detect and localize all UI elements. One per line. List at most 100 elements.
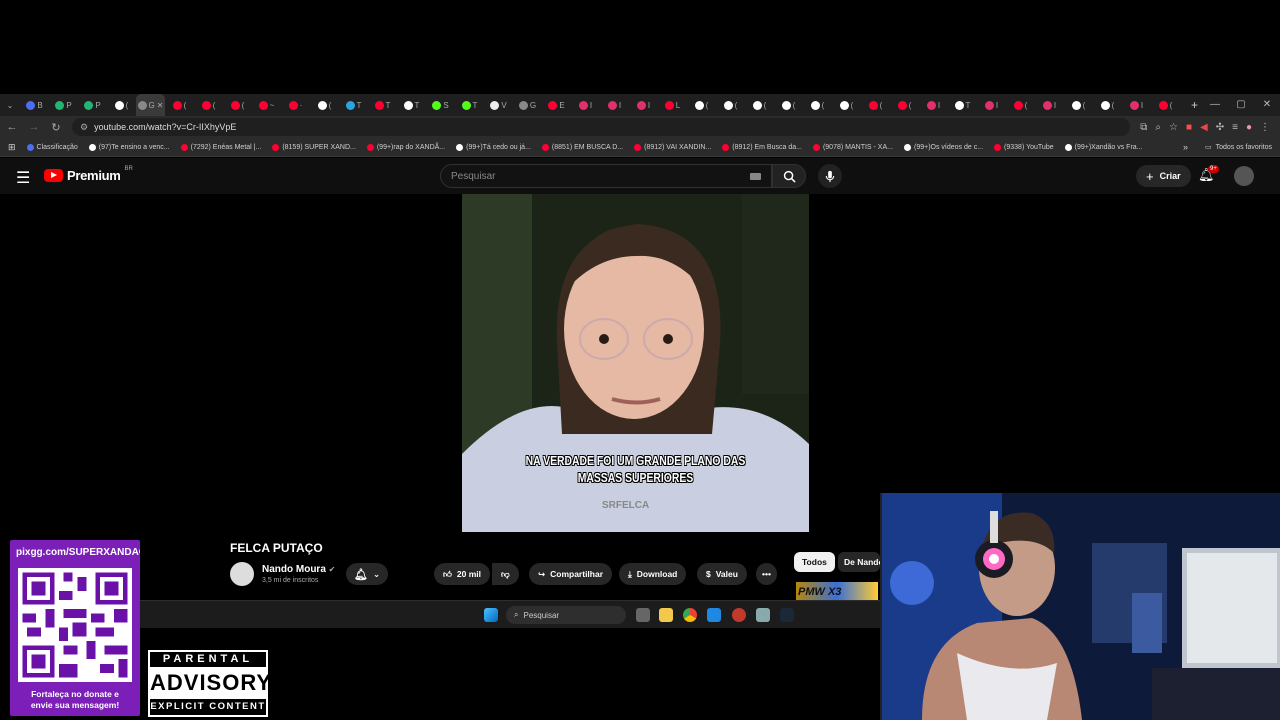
- search-button[interactable]: [772, 164, 806, 188]
- bookmark-item[interactable]: (9078) MANTIS - XA...: [812, 143, 893, 151]
- browser-tab[interactable]: T: [397, 94, 426, 116]
- browser-tab[interactable]: V: [484, 94, 513, 116]
- bookmark-item[interactable]: (99+)Xandão vs Fra...: [1064, 143, 1143, 151]
- profile-avatar-icon[interactable]: ●: [1246, 122, 1252, 133]
- download-button[interactable]: ⤓ Download: [619, 563, 687, 585]
- extension-volume-icon[interactable]: ◀: [1200, 122, 1208, 133]
- bookmark-item[interactable]: (7292) Enéas Metal |...: [180, 143, 261, 151]
- site-info-icon[interactable]: ⚙: [80, 122, 88, 133]
- voice-search-button[interactable]: [818, 164, 842, 188]
- extension-red-icon[interactable]: ■: [1186, 122, 1192, 133]
- bookmarks-overflow-button[interactable]: »: [1183, 142, 1188, 152]
- create-button[interactable]: + Criar: [1136, 165, 1191, 187]
- bookmark-item[interactable]: (8912) VAI XANDIN...: [634, 143, 711, 151]
- browser-tab[interactable]: (: [165, 94, 194, 116]
- more-actions-button[interactable]: •••: [756, 563, 777, 585]
- browser-tab[interactable]: (: [1151, 94, 1180, 116]
- browser-tab[interactable]: I: [1035, 94, 1064, 116]
- browser-tab[interactable]: I: [571, 94, 600, 116]
- chip-from-channel[interactable]: De Nando: [838, 552, 880, 572]
- video-player[interactable]: NA VERDADE FOI UM GRANDE PLANO DAS MASSA…: [462, 194, 809, 532]
- subscribed-bell-button[interactable]: 🔔︎ ⌄: [346, 563, 389, 585]
- minimize-button[interactable]: —: [1202, 94, 1228, 116]
- bookmark-item[interactable]: (8912) Em Busca da...: [722, 143, 802, 151]
- close-window-button[interactable]: ✕: [1254, 94, 1280, 116]
- browser-tab[interactable]: L: [658, 94, 687, 116]
- browser-tab[interactable]: (: [1093, 94, 1122, 116]
- all-favorites-folder[interactable]: ▭ Todos os favoritos: [1205, 138, 1272, 157]
- app-icon-blue[interactable]: [707, 608, 721, 622]
- browser-tab[interactable]: I: [977, 94, 1006, 116]
- maximize-button[interactable]: ▢: [1228, 94, 1254, 116]
- browser-tab[interactable]: (: [310, 94, 339, 116]
- extensions-puzzle-icon[interactable]: ✣: [1216, 122, 1224, 133]
- browser-tab[interactable]: I: [1122, 94, 1151, 116]
- url-field[interactable]: ⚙ youtube.com/watch?v=Cr-IIXhyVpE: [72, 118, 1131, 136]
- menu-hamburger-icon[interactable]: ☰: [16, 168, 30, 188]
- search-input[interactable]: Pesquisar: [440, 164, 772, 188]
- browser-tab[interactable]: (: [832, 94, 861, 116]
- tab-search-button[interactable]: ⌄: [0, 94, 20, 116]
- browser-tab[interactable]: ~: [252, 94, 281, 116]
- browser-tab[interactable]: (: [890, 94, 919, 116]
- task-view-icon[interactable]: [636, 608, 650, 622]
- steam-icon[interactable]: [780, 608, 794, 622]
- browser-tab[interactable]: (: [194, 94, 223, 116]
- user-avatar[interactable]: [1234, 166, 1254, 186]
- browser-tab[interactable]: (: [107, 94, 136, 116]
- browser-tab[interactable]: I: [919, 94, 948, 116]
- close-tab-icon[interactable]: ✕: [157, 101, 164, 110]
- install-app-icon[interactable]: ⧉: [1140, 122, 1147, 133]
- settings-icon[interactable]: [756, 608, 770, 622]
- browser-tab[interactable]: (: [1064, 94, 1093, 116]
- bookmark-item[interactable]: (9338) YouTube: [994, 143, 1054, 151]
- app-icon-red[interactable]: [732, 608, 746, 622]
- zoom-icon[interactable]: ⌕: [1155, 122, 1161, 133]
- thumbnail-banner[interactable]: PMW X3: [796, 582, 878, 602]
- keyboard-icon[interactable]: [750, 172, 761, 180]
- browser-tab[interactable]: (: [745, 94, 774, 116]
- browser-tab[interactable]: T: [455, 94, 484, 116]
- bookmark-item[interactable]: (99+)Tá cedo ou já...: [456, 143, 531, 151]
- bookmark-item[interactable]: (8159) SUPER XAND...: [272, 143, 356, 151]
- browser-tab[interactable]: T: [339, 94, 368, 116]
- windows-start-icon[interactable]: [484, 608, 498, 622]
- forward-button[interactable]: →: [28, 121, 40, 133]
- youtube-premium-logo[interactable]: Premium BR: [44, 166, 133, 183]
- browser-tab[interactable]: ·: [281, 94, 310, 116]
- browser-tab[interactable]: (: [223, 94, 252, 116]
- browser-tab[interactable]: (: [716, 94, 745, 116]
- file-explorer-icon[interactable]: [659, 608, 673, 622]
- taskbar-search[interactable]: ⌕ Pesquisar: [506, 606, 626, 624]
- browser-tab[interactable]: G ✕: [136, 94, 165, 116]
- browser-tab[interactable]: I: [629, 94, 658, 116]
- bookmark-item[interactable]: (97)Te ensino a venc...: [88, 143, 170, 151]
- chip-all[interactable]: Todos: [794, 552, 835, 572]
- bookmark-item[interactable]: Classificação: [26, 143, 78, 151]
- browser-tab[interactable]: (: [774, 94, 803, 116]
- browser-tab[interactable]: (: [803, 94, 832, 116]
- like-button[interactable]: 👍︎ 20 mil: [434, 563, 490, 585]
- browser-tab[interactable]: E: [542, 94, 571, 116]
- browser-menu-icon[interactable]: ⋮: [1260, 122, 1270, 133]
- share-button[interactable]: ↪ Compartilhar: [529, 563, 613, 585]
- bookmark-star-icon[interactable]: ☆: [1169, 122, 1178, 133]
- browser-tab[interactable]: B: [20, 94, 49, 116]
- apps-grid-icon[interactable]: ⊞: [8, 142, 16, 153]
- browser-tab[interactable]: P: [49, 94, 78, 116]
- browser-tab[interactable]: G: [513, 94, 542, 116]
- channel-avatar[interactable]: [230, 562, 254, 586]
- thanks-button[interactable]: $ Valeu: [697, 563, 747, 585]
- browser-tab[interactable]: (: [1006, 94, 1035, 116]
- browser-tab[interactable]: S: [426, 94, 455, 116]
- bookmark-item[interactable]: (99+)rap do XANDÃ...: [366, 143, 445, 151]
- chrome-icon[interactable]: [683, 608, 697, 622]
- back-button[interactable]: ←: [6, 121, 18, 133]
- browser-tab[interactable]: I: [600, 94, 629, 116]
- channel-name[interactable]: Nando Moura ✔: [262, 564, 335, 575]
- browser-tab[interactable]: T: [948, 94, 977, 116]
- bookmark-item[interactable]: (8851) EM BUSCA D...: [541, 143, 623, 151]
- browser-tab[interactable]: P: [78, 94, 107, 116]
- bookmark-item[interactable]: (99+)Os vídeos de c...: [903, 143, 983, 151]
- browser-tab[interactable]: (: [687, 94, 716, 116]
